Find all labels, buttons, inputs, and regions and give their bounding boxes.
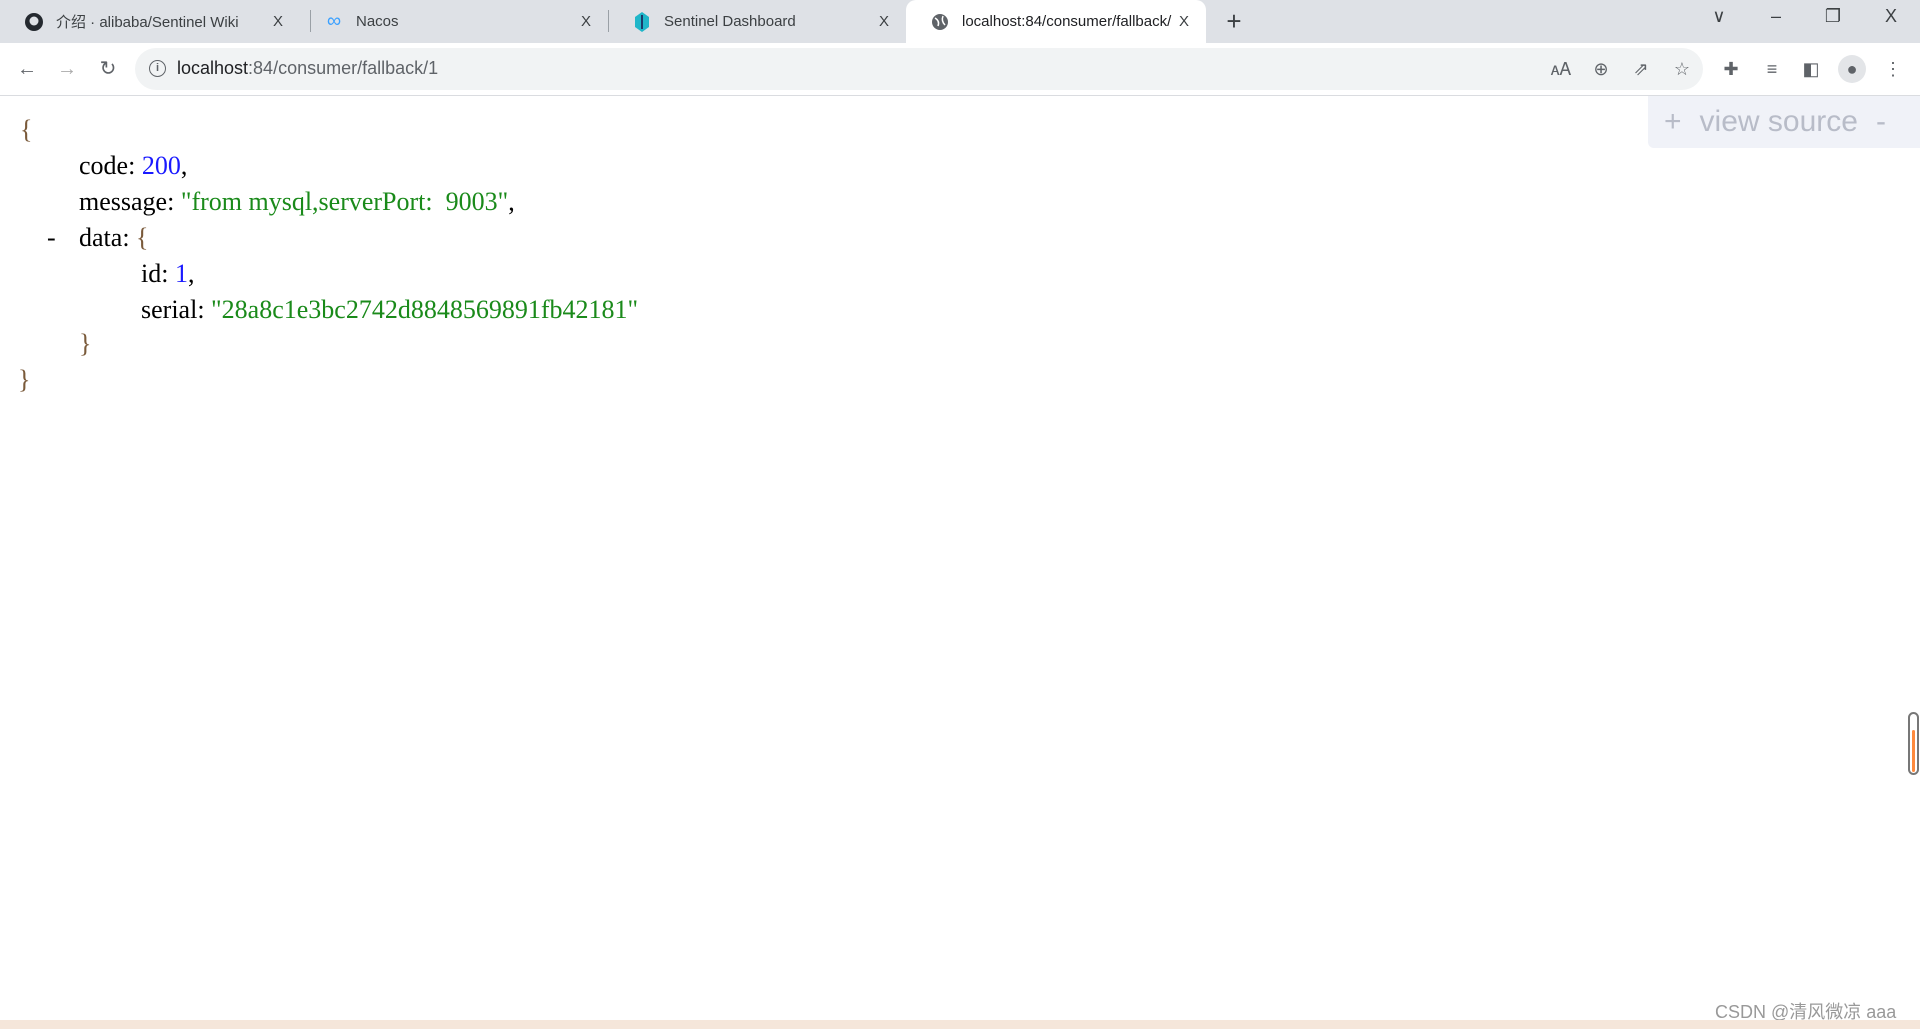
browser-toolbar: ← → ↻ i localhost:84/consumer/fallback/1… — [0, 43, 1920, 96]
json-open-brace: { — [20, 115, 33, 144]
tab-sentinel-wiki[interactable]: 介绍 · alibaba/Sentinel Wiki X — [0, 0, 300, 43]
bottom-band — [0, 1020, 1920, 1029]
tab-nacos[interactable]: ∞ Nacos X — [300, 0, 608, 43]
json-number: 200 — [141, 151, 181, 180]
forward-arrow-icon[interactable]: → — [53, 55, 81, 83]
url-host: localhost — [177, 58, 249, 78]
tab-title: 介绍 · alibaba/Sentinel Wiki — [56, 14, 239, 31]
view-source-panel[interactable]: + view source - — [1648, 96, 1920, 148]
close-window-button[interactable]: X — [1876, 6, 1906, 27]
json-data-close-brace: } — [79, 329, 92, 358]
side-panel-icon[interactable]: ◧ — [1797, 55, 1825, 83]
address-bar[interactable]: i localhost:84/consumer/fallback/1 🗚 ⊕ ⇗… — [135, 48, 1703, 90]
json-string: "from mysql,serverPort: 9003" — [180, 187, 509, 216]
translate-icon[interactable]: 🗚 — [1547, 55, 1575, 83]
close-tab-icon[interactable]: X — [574, 13, 598, 30]
globe-icon — [930, 12, 950, 32]
collapse-minus-icon[interactable]: - — [1876, 105, 1886, 139]
new-tab-button[interactable]: + — [1222, 6, 1246, 37]
json-key: id — [141, 259, 162, 288]
back-arrow-icon[interactable]: ← — [13, 55, 41, 83]
zoom-icon[interactable]: ⊕ — [1587, 55, 1615, 83]
expand-plus-icon[interactable]: + — [1664, 105, 1682, 139]
site-info-icon[interactable]: i — [149, 60, 166, 77]
tab-localhost-fallback[interactable]: localhost:84/consumer/fallback/1 X — [906, 0, 1206, 43]
json-close-brace: } — [18, 365, 31, 394]
close-tab-icon[interactable]: X — [1172, 13, 1196, 30]
url-text[interactable]: localhost:84/consumer/fallback/1 — [177, 58, 438, 79]
tab-title: Nacos — [356, 13, 399, 30]
tab-title: localhost:84/consumer/fallback/1 — [962, 13, 1172, 30]
nacos-infinity-icon: ∞ — [326, 10, 342, 32]
profile-icon[interactable]: ● — [1838, 55, 1866, 83]
minimize-button[interactable]: – — [1761, 6, 1791, 27]
tab-sentinel-dashboard[interactable]: Sentinel Dashboard X — [608, 0, 906, 43]
json-row-id: id: 1, — [141, 259, 195, 288]
json-number: 1 — [174, 259, 188, 288]
scroll-indicator-fill — [1912, 730, 1915, 772]
tab-search-chevron-icon[interactable]: ∨ — [1704, 6, 1734, 27]
restore-button[interactable]: ❐ — [1818, 6, 1848, 27]
json-row-serial: serial: "28a8c1e3bc2742d8848569891fb4218… — [141, 295, 639, 324]
menu-icon[interactable]: ⋮ — [1879, 55, 1907, 83]
url-path: :84/consumer/fallback/1 — [248, 58, 439, 78]
json-key: code — [79, 151, 129, 180]
json-row-data: data: { — [79, 223, 149, 252]
json-key: message — [79, 187, 168, 216]
extensions-icon[interactable]: ✚ — [1717, 55, 1745, 83]
json-key: serial — [141, 295, 198, 324]
sentinel-icon — [632, 11, 652, 32]
close-tab-icon[interactable]: X — [266, 13, 290, 30]
json-row-message: message: "from mysql,serverPort: 9003", — [79, 187, 515, 216]
share-icon[interactable]: ⇗ — [1627, 55, 1655, 83]
tab-title: Sentinel Dashboard — [664, 13, 796, 30]
media-icon[interactable]: ≡ — [1758, 55, 1786, 83]
github-icon — [24, 12, 44, 32]
scroll-indicator[interactable] — [1908, 712, 1919, 775]
bookmark-star-icon[interactable]: ☆ — [1668, 55, 1696, 83]
json-string: "28a8c1e3bc2742d8848569891fb42181" — [211, 295, 639, 324]
tab-strip: 介绍 · alibaba/Sentinel Wiki X ∞ Nacos X S… — [0, 0, 1920, 43]
json-brace: { — [136, 223, 149, 252]
collapse-toggle[interactable]: - — [47, 220, 56, 256]
view-source-label[interactable]: view source — [1700, 105, 1858, 139]
json-row-code: code: 200, — [79, 151, 188, 180]
close-tab-icon[interactable]: X — [872, 13, 896, 30]
json-key: data — [79, 223, 123, 252]
reload-icon[interactable]: ↻ — [94, 55, 122, 83]
